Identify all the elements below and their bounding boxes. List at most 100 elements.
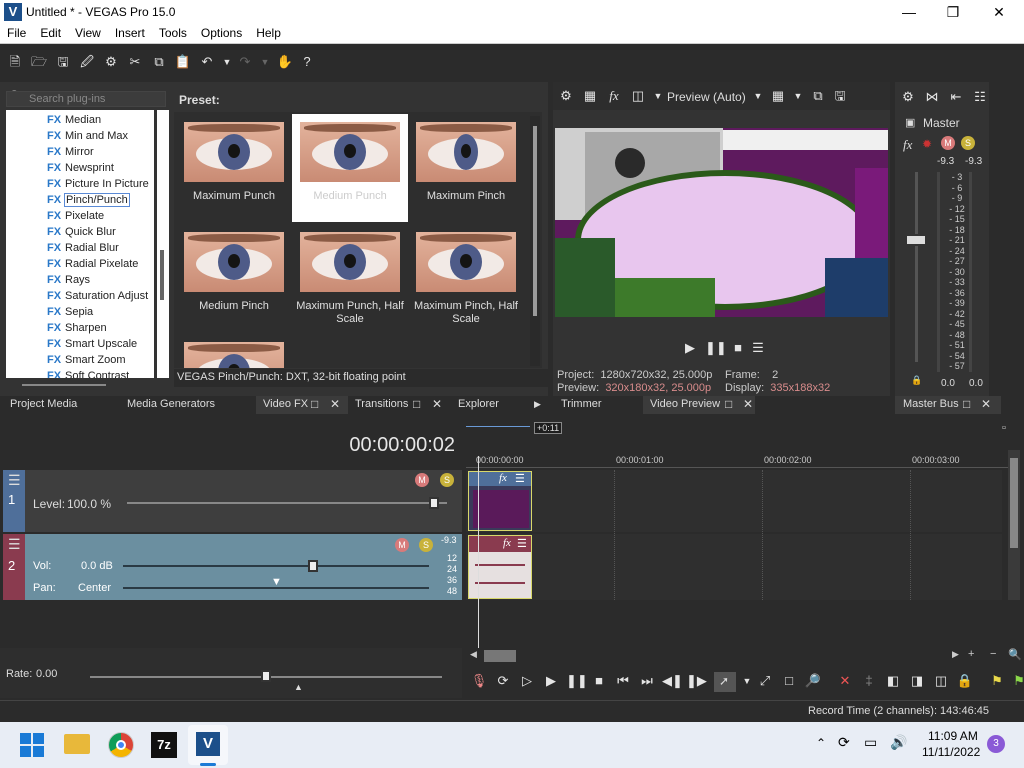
- event-menu-icon[interactable]: ☰: [517, 537, 527, 550]
- downmix-icon[interactable]: ⇤: [947, 88, 965, 106]
- plugin-tree-hscroll[interactable]: [22, 384, 106, 386]
- plugin-item-smart-upscale[interactable]: FX Smart Upscale: [6, 336, 154, 352]
- zoom-out-icon[interactable]: −: [990, 648, 996, 660]
- solo-icon[interactable]: S: [961, 136, 975, 150]
- solo-icon[interactable]: S: [440, 473, 454, 487]
- menu-view[interactable]: View: [68, 24, 108, 42]
- close-tab-icon[interactable]: ✕: [981, 397, 991, 411]
- minimize-button[interactable]: —: [886, 2, 932, 22]
- menu-edit[interactable]: Edit: [33, 24, 68, 42]
- vol-slider[interactable]: [123, 565, 429, 567]
- clock-time[interactable]: 11:09 AM: [928, 729, 978, 743]
- fx-icon[interactable]: fx: [605, 87, 623, 105]
- trim-start-icon[interactable]: ◧: [884, 672, 902, 690]
- stop-icon[interactable]: ■: [590, 672, 608, 690]
- master-fader-track[interactable]: [915, 172, 918, 362]
- selection-tool-icon[interactable]: □: [780, 672, 798, 690]
- previous-frame-icon[interactable]: ◀❚: [662, 672, 683, 690]
- volume-icon[interactable]: 🔊: [890, 734, 907, 751]
- notification-badge[interactable]: 3: [987, 735, 1005, 753]
- save-snapshot-icon[interactable]: 🖫: [831, 87, 849, 105]
- master-settings-icon[interactable]: ⚙: [899, 88, 917, 106]
- mute-icon[interactable]: M: [395, 538, 409, 552]
- settings-gear-icon[interactable]: ⚙: [102, 53, 120, 71]
- playhead[interactable]: [478, 456, 479, 656]
- plugin-item-sharpen[interactable]: FX Sharpen: [6, 320, 154, 336]
- plugin-item-median[interactable]: FX Median: [6, 112, 154, 128]
- preset-medium-punch[interactable]: Medium Punch: [292, 114, 408, 222]
- plugin-item-rays[interactable]: FX Rays: [6, 272, 154, 288]
- quality-dropdown-icon[interactable]: ▼: [749, 87, 767, 105]
- redo-dropdown-icon[interactable]: ▼: [256, 53, 274, 71]
- file-explorer-icon[interactable]: [64, 734, 90, 754]
- split-icon[interactable]: ◫: [932, 672, 950, 690]
- trim-icon[interactable]: ‡: [860, 672, 878, 690]
- normal-edit-tool-icon[interactable]: ➚: [714, 672, 736, 692]
- automation-icon[interactable]: ✹: [922, 137, 932, 151]
- loop-playback-icon[interactable]: ⟳: [494, 672, 512, 690]
- go-to-start-icon[interactable]: ⏮: [614, 672, 632, 690]
- master-fader-handle[interactable]: [905, 234, 927, 246]
- preview-settings-icon[interactable]: ⚙: [557, 87, 575, 105]
- split-screen-icon[interactable]: ◫: [629, 87, 647, 105]
- preview-quality-select[interactable]: Preview (Auto): [667, 90, 746, 104]
- close-tab-icon[interactable]: ✕: [330, 397, 340, 411]
- record-icon[interactable]: 🎙: [470, 672, 488, 690]
- zoom-in-icon[interactable]: +: [968, 648, 974, 660]
- menu-options[interactable]: Options: [194, 24, 249, 42]
- open-folder-icon[interactable]: 🗁: [30, 53, 48, 71]
- undock-icon[interactable]: □: [725, 397, 732, 411]
- 7zip-icon[interactable]: 7z: [151, 732, 177, 758]
- vol-slider-handle[interactable]: [307, 560, 318, 572]
- maximize-button[interactable]: ❐: [930, 2, 976, 22]
- master-checkbox[interactable]: ▣: [905, 116, 915, 129]
- preview-media-icon[interactable]: ▦: [581, 87, 599, 105]
- tab-master-bus[interactable]: Master Bus: [903, 398, 959, 410]
- undock-icon[interactable]: □: [413, 397, 420, 411]
- video-track-lane[interactable]: [466, 470, 1002, 532]
- next-frame-icon[interactable]: ❚▶: [686, 672, 707, 690]
- stop-icon[interactable]: ■: [729, 339, 747, 357]
- windows-start-icon[interactable]: [20, 733, 44, 757]
- play-icon[interactable]: ▶: [681, 339, 699, 357]
- mute-icon[interactable]: M: [415, 473, 429, 487]
- display-icon[interactable]: ▭: [864, 734, 877, 751]
- edit-tool-dropdown-icon[interactable]: ▼: [738, 672, 756, 690]
- pan-slider-handle[interactable]: ▼: [271, 576, 282, 588]
- event-fx-icon[interactable]: fx: [503, 537, 511, 549]
- search-plugins-input[interactable]: Search plug-ins: [6, 91, 166, 107]
- rate-slider-handle[interactable]: [261, 670, 271, 682]
- level-slider-handle[interactable]: [429, 497, 440, 509]
- preset-maximum-punch[interactable]: Maximum Punch: [176, 114, 292, 222]
- play-from-start-icon[interactable]: ▷: [518, 672, 536, 690]
- preset-maximum-punch-half-scale[interactable]: Maximum Punch, Half Scale: [292, 224, 408, 332]
- undo-dropdown-icon[interactable]: ▼: [218, 53, 236, 71]
- close-tab-icon[interactable]: ✕: [743, 397, 753, 411]
- tab-video-preview[interactable]: Video Preview: [650, 398, 720, 410]
- timeline-vscroll[interactable]: [1008, 450, 1020, 600]
- plugin-item-pinch-punch[interactable]: FX Pinch/Punch: [6, 192, 154, 208]
- plugin-item-smart-zoom[interactable]: FX Smart Zoom: [6, 352, 154, 368]
- tab-trimmer[interactable]: Trimmer: [561, 398, 602, 410]
- copy-snapshot-icon[interactable]: ⧉: [809, 87, 827, 105]
- play-icon[interactable]: ▶: [542, 672, 560, 690]
- collapse-icon[interactable]: ⋈: [923, 88, 941, 106]
- tab-transitions[interactable]: Transitions: [355, 398, 408, 410]
- track-menu-icon[interactable]: ☰: [8, 536, 21, 553]
- preview-menu-icon[interactable]: ☰: [749, 339, 767, 357]
- plugin-item-min-and-max[interactable]: FX Min and Max: [6, 128, 154, 144]
- timeline-hscroll-thumb[interactable]: [484, 650, 516, 662]
- overlays-dropdown-icon[interactable]: ▼: [789, 87, 807, 105]
- new-file-icon[interactable]: 🗎: [6, 53, 24, 71]
- mixer-icon[interactable]: ☷: [971, 88, 989, 106]
- delete-icon[interactable]: ✕: [836, 672, 854, 690]
- plugin-item-pixelate[interactable]: FX Pixelate: [6, 208, 154, 224]
- hand-help-icon[interactable]: ✋: [276, 53, 294, 71]
- plugin-item-quick-blur[interactable]: FX Quick Blur: [6, 224, 154, 240]
- event-menu-icon[interactable]: ☰: [515, 472, 525, 485]
- plugin-item-newsprint[interactable]: FX Newsprint: [6, 160, 154, 176]
- audio-track-lane[interactable]: [466, 534, 1002, 600]
- copy-icon[interactable]: ⧉: [150, 53, 168, 71]
- go-to-end-icon[interactable]: ⏭: [638, 672, 656, 690]
- zoom-edit-tool-icon[interactable]: 🔎: [804, 672, 822, 690]
